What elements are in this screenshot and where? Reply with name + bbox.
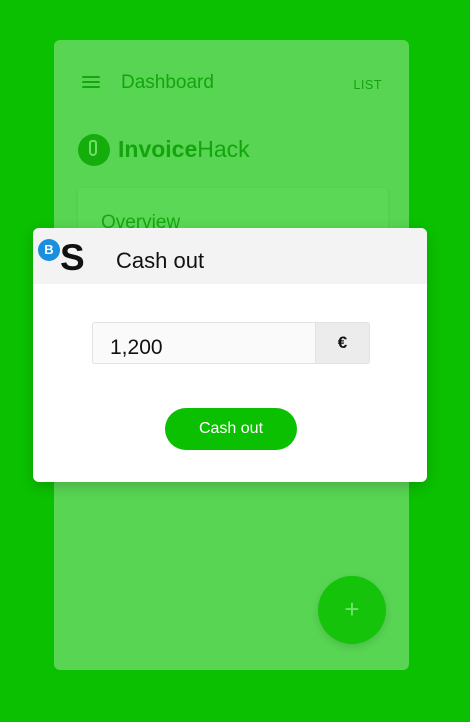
page-title: Dashboard — [121, 72, 214, 93]
cash-out-dialog: B S Cash out € Cash out — [33, 228, 427, 482]
hamburger-menu-icon[interactable] — [82, 76, 100, 88]
list-button[interactable]: LIST — [353, 77, 382, 92]
dialog-title: Cash out — [116, 248, 205, 273]
plus-icon: + — [344, 594, 360, 624]
dialog-header: B S Cash out — [33, 228, 427, 284]
currency-label: € — [315, 322, 370, 364]
add-button[interactable]: + — [318, 576, 386, 644]
badge-icon: B — [38, 239, 60, 261]
brand-logo-icon — [78, 134, 110, 166]
brand-name: InvoiceHack — [118, 136, 250, 163]
bank-logo: S — [60, 237, 85, 278]
brand-name-bold: Invoice — [118, 136, 198, 162]
cash-out-button[interactable]: Cash out — [165, 408, 297, 450]
brand-name-light: Hack — [197, 136, 250, 162]
amount-input[interactable] — [92, 322, 315, 364]
